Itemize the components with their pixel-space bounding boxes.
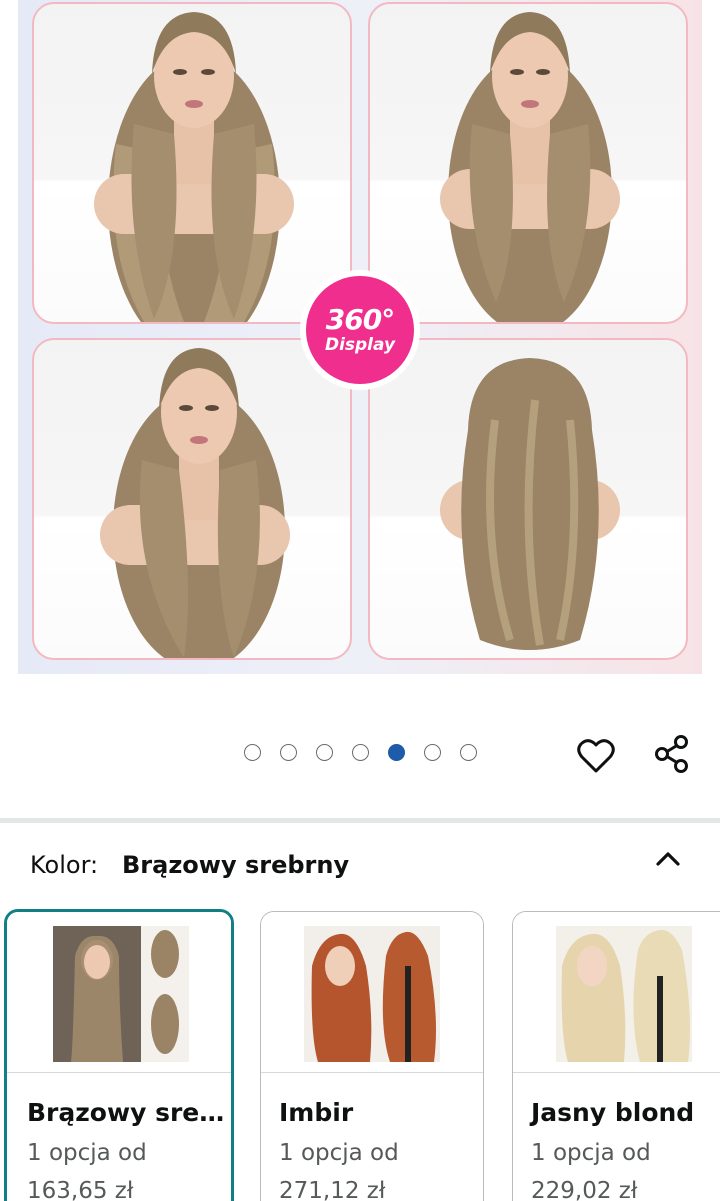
carousel-dot[interactable] bbox=[424, 744, 441, 761]
swatch-thumbnail-light-blonde bbox=[556, 926, 692, 1062]
image-panel-front-right bbox=[368, 2, 688, 324]
swatch-thumbnail-brown-silver bbox=[53, 926, 189, 1062]
swatch-price: 163,65 zł bbox=[27, 1178, 134, 1201]
share-button[interactable] bbox=[650, 732, 694, 776]
chevron-up-icon[interactable] bbox=[654, 845, 682, 873]
carousel-dot[interactable] bbox=[352, 744, 369, 761]
wig-mannequin-angle-image bbox=[440, 12, 620, 322]
wig-mannequin-side-image bbox=[100, 348, 290, 658]
carousel-dots bbox=[244, 744, 477, 761]
share-icon bbox=[655, 735, 688, 773]
color-swatch-list: Brązowy sre… 1 opcja od 163,65 zł Imbir … bbox=[0, 907, 720, 1201]
wig-mannequin-front-image bbox=[94, 12, 294, 322]
swatch-name: Brązowy sre… bbox=[27, 1098, 225, 1127]
carousel-dot[interactable] bbox=[280, 744, 297, 761]
badge-label: Display bbox=[324, 335, 396, 355]
carousel-dot[interactable] bbox=[316, 744, 333, 761]
color-label: Kolor: bbox=[30, 851, 99, 879]
image-panel-side bbox=[32, 338, 352, 660]
swatch-separator bbox=[7, 1072, 231, 1073]
selected-color-value: Brązowy srebrny bbox=[122, 851, 350, 879]
carousel-dot-active[interactable] bbox=[388, 744, 405, 761]
swatch-price: 229,02 zł bbox=[531, 1178, 638, 1201]
product-image[interactable]: 360° Display bbox=[18, 0, 702, 674]
product-image-carousel[interactable]: 360° Display bbox=[0, 0, 720, 690]
swatch-options-text: 1 opcja od bbox=[531, 1140, 651, 1166]
swatch-thumbnail-ginger bbox=[304, 926, 440, 1062]
image-panel-back bbox=[368, 338, 688, 660]
360-display-badge: 360° Display bbox=[300, 270, 420, 390]
color-variation-header[interactable]: Kolor: Brązowy srebrny bbox=[0, 823, 720, 907]
swatch-price: 271,12 zł bbox=[279, 1178, 386, 1201]
swatch-separator bbox=[261, 1072, 483, 1073]
swatch-name: Jasny blond bbox=[531, 1098, 695, 1127]
color-swatch-brown-silver[interactable]: Brązowy sre… 1 opcja od 163,65 zł bbox=[4, 909, 234, 1201]
swatch-thumbnail-area bbox=[7, 912, 231, 1072]
swatch-thumbnail-area bbox=[261, 912, 483, 1072]
color-swatch-ginger[interactable]: Imbir 1 opcja od 271,12 zł bbox=[260, 911, 484, 1201]
swatch-separator bbox=[513, 1072, 720, 1073]
carousel-dot[interactable] bbox=[460, 744, 477, 761]
swatch-options-text: 1 opcja od bbox=[279, 1140, 399, 1166]
wishlist-button[interactable] bbox=[574, 734, 618, 778]
color-swatch-light-blonde[interactable]: Jasny blond 1 opcja od 229,02 zł bbox=[512, 911, 720, 1201]
carousel-controls bbox=[0, 720, 720, 790]
swatch-thumbnail-area bbox=[513, 912, 720, 1072]
image-panel-front-left bbox=[32, 2, 352, 324]
swatch-name: Imbir bbox=[279, 1098, 354, 1127]
swatch-options-text: 1 opcja od bbox=[27, 1140, 147, 1166]
carousel-dot[interactable] bbox=[244, 744, 261, 761]
badge-degrees: 360° bbox=[325, 303, 395, 336]
heart-icon bbox=[577, 739, 615, 773]
wig-mannequin-back-image bbox=[440, 358, 620, 650]
